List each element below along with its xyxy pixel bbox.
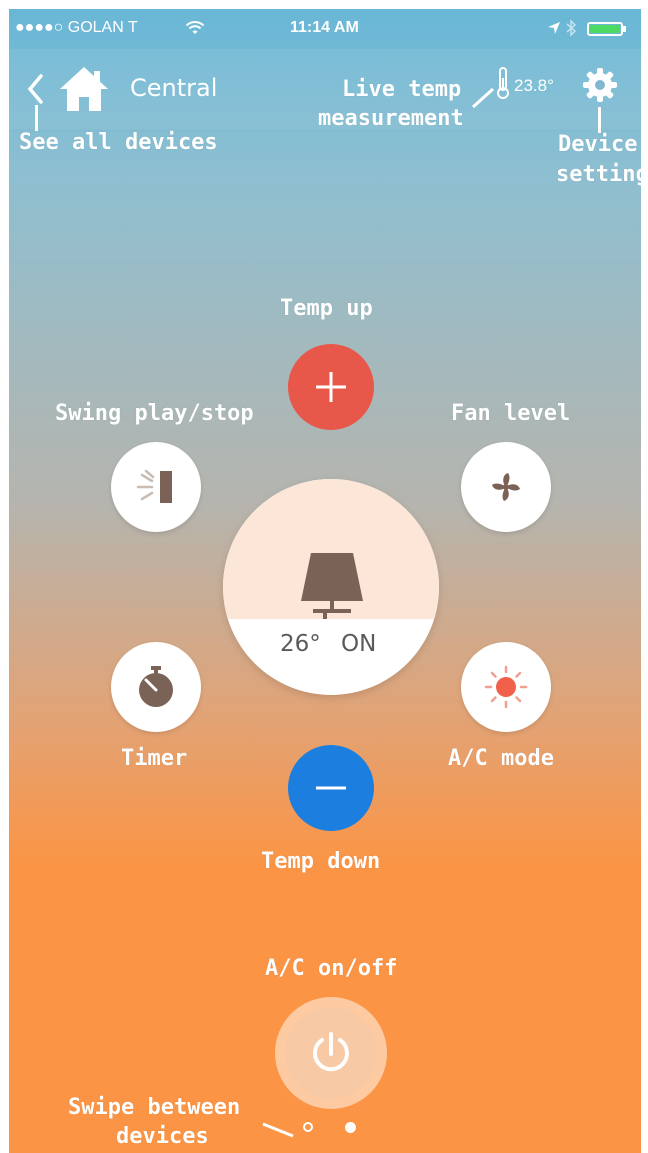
page-dot-inactive[interactable] — [303, 1122, 313, 1132]
fan-level-button[interactable] — [461, 442, 551, 532]
device-setting-leader — [598, 107, 601, 133]
device-display: 26° ON — [223, 479, 439, 695]
display-state: ON — [341, 631, 377, 657]
thermometer-icon — [497, 67, 509, 99]
gear-icon[interactable] — [580, 65, 620, 105]
page-dot-active[interactable] — [345, 1122, 356, 1133]
sun-icon — [484, 665, 528, 709]
swing-icon — [136, 469, 172, 503]
see-all-leader — [35, 105, 38, 131]
swing-button[interactable] — [111, 442, 201, 532]
ac-onoff-label: A/C on/off — [265, 956, 398, 981]
live-temp-annotation-line2: measurement — [318, 106, 464, 131]
timer-label: Timer — [121, 746, 188, 771]
location-arrow-icon — [548, 22, 560, 34]
device-name: Central — [130, 74, 218, 102]
display-temp: 26° — [280, 631, 321, 657]
live-temp-annotation-line1: Live temp — [342, 77, 462, 102]
temp-up-label: Temp up — [280, 296, 373, 321]
swipe-leader — [262, 1122, 294, 1138]
fan-icon — [492, 473, 520, 501]
stopwatch-icon — [139, 666, 173, 707]
status-time: 11:14 AM — [290, 19, 359, 36]
swipe-annotation-line2: devices — [116, 1124, 209, 1149]
temp-down-label: Temp down — [261, 849, 381, 874]
swipe-annotation-line1: Swipe between — [68, 1095, 241, 1120]
ac-mode-label: A/C mode — [448, 746, 554, 771]
minus-icon — [316, 786, 346, 790]
ac-power-button-inner — [285, 1007, 377, 1099]
live-temp-leader — [471, 87, 495, 109]
temperature-reading: 23.8° — [514, 76, 554, 95]
battery-icon — [587, 22, 623, 36]
app-screen: ●●●●○ GOLAN T 11:14 AM Central 23.8° See… — [9, 9, 641, 1153]
temp-down-button[interactable] — [288, 745, 374, 831]
see-all-devices-annotation: See all devices — [19, 130, 218, 155]
swing-label: Swing play/stop — [55, 401, 254, 426]
temp-up-button[interactable] — [288, 344, 374, 430]
ac-mode-button[interactable] — [461, 642, 551, 732]
bluetooth-icon — [566, 19, 577, 37]
wifi-icon — [185, 21, 205, 34]
home-icon[interactable] — [58, 65, 110, 113]
ac-unit-icon — [301, 553, 363, 619]
battery-tip — [623, 26, 626, 32]
device-setting-annotation-line2: setting — [556, 162, 641, 187]
timer-button[interactable] — [111, 642, 201, 732]
device-setting-annotation-line1: Device — [558, 132, 638, 157]
power-icon — [313, 1032, 349, 1072]
fan-level-label: Fan level — [451, 401, 571, 426]
back-chevron-icon[interactable] — [25, 73, 45, 105]
ac-power-button[interactable] — [275, 997, 387, 1109]
plus-icon — [316, 372, 346, 402]
status-carrier: ●●●●○ GOLAN T — [15, 19, 138, 36]
